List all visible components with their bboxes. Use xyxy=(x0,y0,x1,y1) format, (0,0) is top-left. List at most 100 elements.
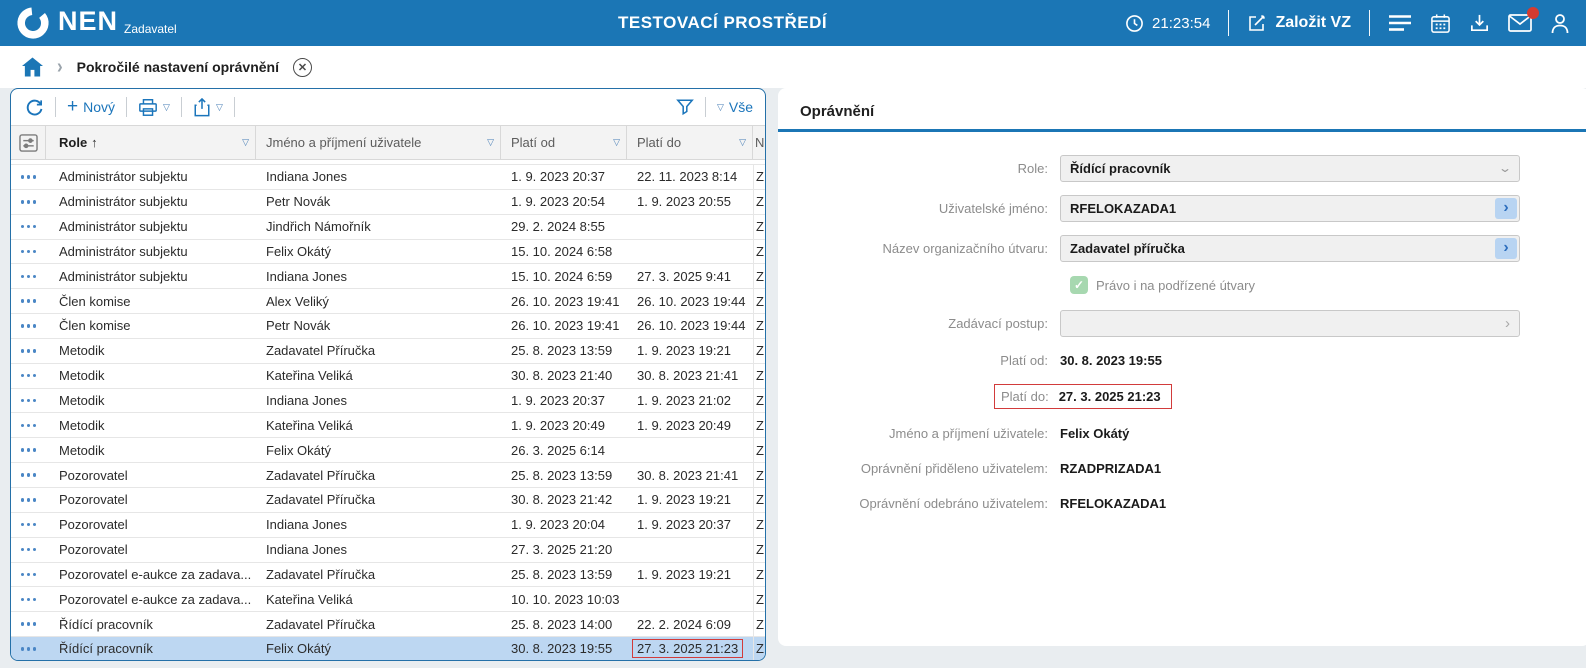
cell-name: Indiana Jones xyxy=(266,542,347,558)
table-row[interactable]: Člen komise Petr Novák 26. 10. 2023 19:4… xyxy=(11,314,765,339)
compose-icon xyxy=(1247,13,1267,33)
procedure-field[interactable]: › xyxy=(1060,309,1520,337)
valid-from-value: 30. 8. 2023 19:55 xyxy=(1060,352,1162,368)
column-header-role[interactable]: Role ↑ ▽ xyxy=(46,126,256,159)
cell-name: Zadavatel Příručka xyxy=(266,492,376,508)
create-tender-button[interactable]: Založit VZ xyxy=(1247,13,1351,33)
row-menu-icon[interactable] xyxy=(11,473,46,477)
cell-clipped: Z xyxy=(753,189,765,214)
chevron-right-button[interactable]: › xyxy=(1495,197,1517,219)
table-row[interactable]: Administrátor subjektu Indiana Jones 15.… xyxy=(11,264,765,290)
new-button[interactable]: + Nový xyxy=(67,97,115,116)
form-row-granted-by: Oprávnění přiděleno uživatelem: RZADPRIZ… xyxy=(778,457,1586,479)
username-label: Uživatelské jméno: xyxy=(938,200,1048,216)
table-row[interactable]: Administrátor subjektu Indiana Jones 1. … xyxy=(11,165,765,190)
chevron-right-button[interactable]: › xyxy=(1495,237,1517,259)
row-menu-icon[interactable] xyxy=(11,249,46,254)
cell-valid-to: 27. 3. 2025 9:41 xyxy=(637,268,731,284)
cell-role: Pozorovatel xyxy=(59,542,128,558)
row-menu-icon[interactable] xyxy=(11,647,46,651)
row-menu-icon[interactable] xyxy=(11,597,46,602)
table-row[interactable]: Metodik Felix Okátý 26. 3. 2025 6:14 Z xyxy=(11,438,765,464)
cell-name: Jindřich Námořník xyxy=(266,219,371,235)
table-row[interactable]: Administrátor subjektu Felix Okátý 15. 1… xyxy=(11,239,765,265)
table-row[interactable]: Pozorovatel e-aukce za zadava... Kateřin… xyxy=(11,587,765,613)
column-header-valid-from[interactable]: Platí od ▽ xyxy=(501,126,627,159)
table-row[interactable]: Člen komise Alex Veliký 26. 10. 2023 19:… xyxy=(11,289,765,315)
home-icon[interactable] xyxy=(22,57,43,77)
nen-logo[interactable]: NEN Zadavatel xyxy=(16,6,177,40)
filter-caret-icon[interactable]: ▽ xyxy=(487,137,494,148)
revoked-by-value: RFELOKAZADA1 xyxy=(1060,495,1167,511)
print-button[interactable]: ▽ xyxy=(138,98,170,117)
column-header-valid-to[interactable]: Platí do ▽ xyxy=(627,126,753,159)
filter-button[interactable] xyxy=(676,98,694,116)
filter-caret-icon[interactable]: ▽ xyxy=(242,137,249,148)
cell-role: Metodik xyxy=(59,442,105,458)
table-row[interactable]: Pozorovatel Zadavatel Příručka 25. 8. 20… xyxy=(11,463,765,488)
table-row[interactable]: Řídící pracovník Felix Okátý 30. 8. 2023… xyxy=(11,637,765,660)
calendar-icon[interactable] xyxy=(1430,13,1451,34)
table-row[interactable]: Pozorovatel Indiana Jones 1. 9. 2023 20:… xyxy=(11,512,765,538)
user-icon[interactable] xyxy=(1550,13,1570,34)
row-menu-icon[interactable] xyxy=(11,547,46,552)
clock-icon xyxy=(1125,14,1144,33)
cell-role: Řídící pracovník xyxy=(59,641,153,657)
cell-valid-to: 1. 9. 2023 20:55 xyxy=(637,194,731,210)
grid-toolbar: + Nový ▽ ▽ ▽ Vše xyxy=(11,89,765,125)
row-menu-icon[interactable] xyxy=(11,572,46,577)
filter-caret-icon[interactable]: ▽ xyxy=(613,137,620,148)
cell-name: Petr Novák xyxy=(266,194,331,210)
column-header-clipped: N xyxy=(755,135,765,150)
cell-name: Zadavatel Příručka xyxy=(266,616,376,632)
table-row[interactable]: Řídící pracovník Zadavatel Příručka 25. … xyxy=(11,612,765,638)
column-chooser-icon[interactable] xyxy=(11,126,46,159)
toolbar-divider xyxy=(55,97,56,117)
table-row[interactable]: Pozorovatel Zadavatel Příručka 30. 8. 20… xyxy=(11,487,765,513)
column-header-name[interactable]: Jméno a příjmení uživatele ▽ xyxy=(256,126,501,159)
row-menu-icon[interactable] xyxy=(11,398,46,403)
export-button[interactable]: ▽ xyxy=(193,97,223,117)
org-unit-field[interactable]: Zadavatel příručka › xyxy=(1060,234,1520,262)
table-row[interactable]: Metodik Indiana Jones 1. 9. 2023 20:37 1… xyxy=(11,388,765,414)
row-menu-icon[interactable] xyxy=(11,622,46,626)
row-menu-icon[interactable] xyxy=(11,299,46,303)
table-row[interactable]: Administrátor subjektu Jindřich Námořník… xyxy=(11,214,765,240)
breadcrumb: › Pokročilé nastavení oprávnění ✕ xyxy=(0,46,1586,88)
caret-down-icon: ▽ xyxy=(163,101,170,112)
username-field[interactable]: RFELOKAZADA1 › xyxy=(1060,194,1520,222)
row-menu-icon[interactable] xyxy=(11,349,46,353)
row-menu-icon[interactable] xyxy=(11,423,46,428)
table-row[interactable]: Administrátor subjektu Petr Novák 1. 9. … xyxy=(11,189,765,215)
row-menu-icon[interactable] xyxy=(11,522,46,527)
row-menu-icon[interactable] xyxy=(11,448,46,452)
table-row[interactable]: Metodik Kateřina Veliká 1. 9. 2023 20:49… xyxy=(11,413,765,439)
role-select[interactable]: Řídící pracovník ⌄ xyxy=(1060,154,1520,182)
mail-icon[interactable] xyxy=(1508,7,1539,32)
row-menu-icon[interactable] xyxy=(11,175,46,179)
row-menu-icon[interactable] xyxy=(11,224,46,229)
download-icon[interactable] xyxy=(1469,13,1490,34)
filter-caret-icon[interactable]: ▽ xyxy=(739,137,746,148)
view-all-dropdown[interactable]: ▽ Vše xyxy=(717,99,753,115)
cell-clipped: Z xyxy=(753,637,765,660)
table-row[interactable]: Pozorovatel e-aukce za zadava... Zadavat… xyxy=(11,562,765,588)
row-menu-icon[interactable] xyxy=(11,373,46,378)
row-menu-icon[interactable] xyxy=(11,200,46,204)
menu-icon[interactable] xyxy=(1388,14,1412,32)
topbar-divider xyxy=(1228,10,1230,36)
top-bar: NEN Zadavatel TESTOVACÍ PROSTŘEDÍ 21:23:… xyxy=(0,0,1586,46)
cell-valid-from: 1. 9. 2023 20:49 xyxy=(511,417,605,433)
suborg-checkbox[interactable]: ✓ xyxy=(1070,276,1088,294)
row-menu-icon[interactable] xyxy=(11,274,46,279)
row-menu-icon[interactable] xyxy=(11,498,46,502)
table-row[interactable]: Metodik Kateřina Veliká 30. 8. 2023 21:4… xyxy=(11,363,765,389)
refresh-button[interactable] xyxy=(25,98,44,117)
row-menu-icon[interactable] xyxy=(11,324,46,328)
caret-down-icon: ▽ xyxy=(716,101,724,112)
cell-clipped: Z xyxy=(753,165,765,189)
table-row[interactable]: Pozorovatel Indiana Jones 27. 3. 2025 21… xyxy=(11,537,765,563)
close-tab-icon[interactable]: ✕ xyxy=(292,57,312,77)
cell-role: Administrátor subjektu xyxy=(59,194,188,210)
table-row[interactable]: Metodik Zadavatel Příručka 25. 8. 2023 1… xyxy=(11,338,765,364)
